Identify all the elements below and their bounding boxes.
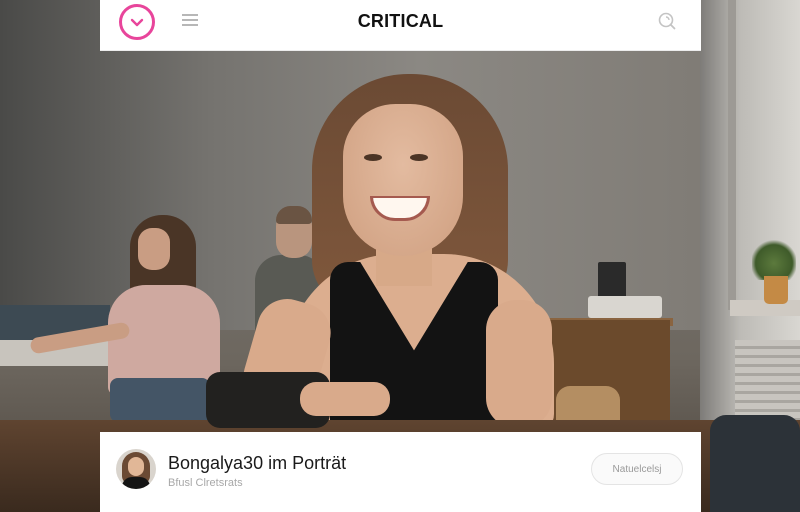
speaker [598, 262, 626, 298]
post-card[interactable]: Bongalya30 im Porträt Bfusl Clretsrats N… [100, 432, 701, 512]
background-man-hair [276, 206, 312, 224]
post-action-button[interactable]: Natuelcelsj [591, 453, 683, 485]
search-icon[interactable] [657, 11, 677, 31]
subject-hands [300, 382, 390, 416]
subject-eye-right [410, 154, 428, 161]
window-frame [728, 0, 736, 310]
plant [752, 238, 796, 280]
post-title[interactable]: Bongalya30 im Porträt [168, 453, 346, 474]
white-box [588, 296, 662, 318]
avatar[interactable] [116, 449, 156, 489]
background-person-legs [110, 378, 210, 422]
plant-pot [764, 276, 788, 304]
subject-arm-right [486, 300, 552, 428]
top-bar: CRITICAL [100, 0, 701, 51]
brand-title: CRITICAL [357, 11, 444, 31]
subject-eye-left [364, 154, 382, 161]
bag [710, 415, 800, 512]
background-person-face [138, 228, 170, 270]
subject-face [343, 104, 463, 256]
post-subtitle: Bfusl Clretsrats [168, 477, 243, 489]
